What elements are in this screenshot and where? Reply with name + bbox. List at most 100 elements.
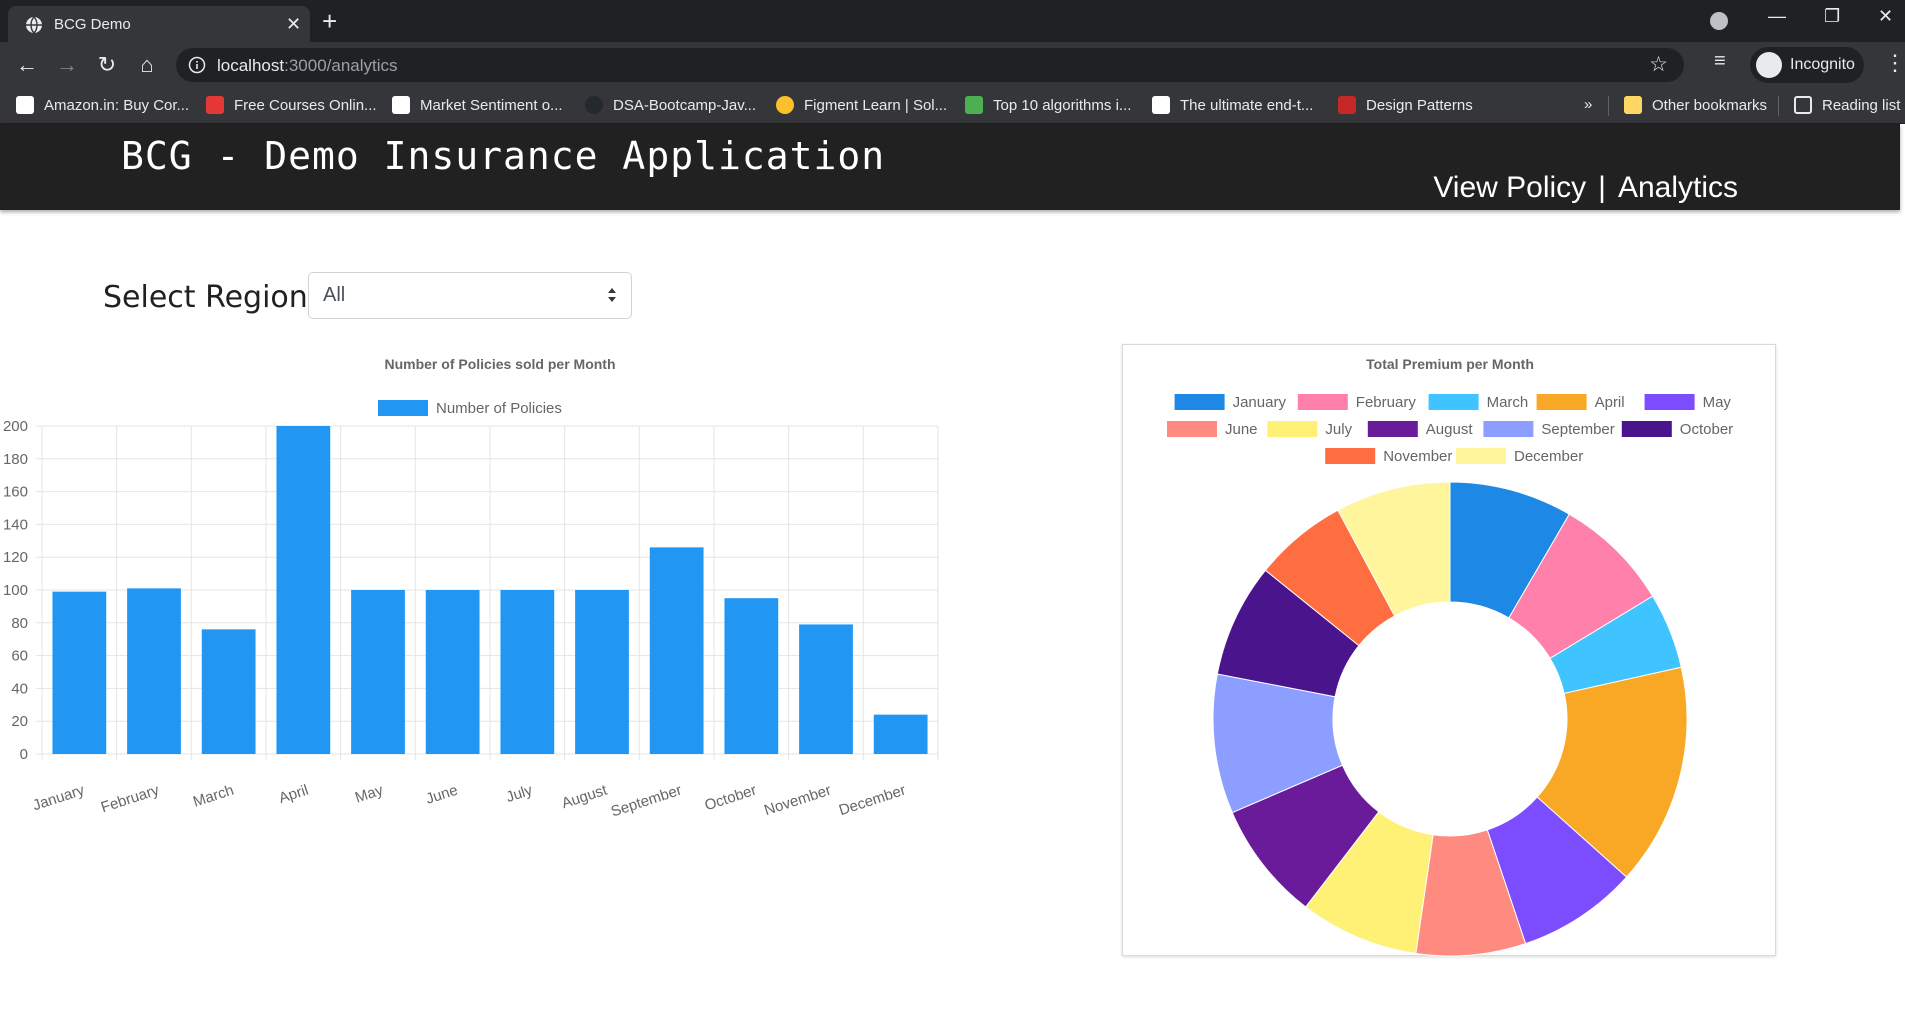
bookmark-item[interactable]: Free Courses Onlin... <box>206 96 377 114</box>
legend-label: June <box>1225 421 1258 438</box>
legend-label: September <box>1541 421 1614 438</box>
bookmark-item[interactable]: Figment Learn | Sol... <box>776 96 947 114</box>
bar <box>799 624 853 754</box>
restore-icon[interactable]: ❐ <box>1824 6 1840 27</box>
new-tab-icon[interactable]: + <box>322 6 337 36</box>
forward-icon[interactable]: → <box>52 50 82 80</box>
incognito-icon <box>1756 52 1782 78</box>
y-tick-label: 0 <box>20 746 28 763</box>
folder-icon <box>1624 96 1642 114</box>
region-select[interactable]: All <box>308 272 632 319</box>
figment-icon <box>776 96 794 114</box>
reading-list[interactable]: Reading list <box>1794 96 1900 114</box>
other-bookmarks[interactable]: Other bookmarks <box>1624 96 1767 114</box>
legend-label: May <box>1703 394 1732 411</box>
tab-search-icon[interactable] <box>1710 12 1728 30</box>
bookmark-item[interactable]: Top 10 algorithms i... <box>965 96 1131 114</box>
x-tick-label: February <box>99 781 162 816</box>
legend-label: October <box>1680 421 1733 438</box>
back-icon[interactable]: ← <box>12 50 42 80</box>
legend-swatch <box>1325 448 1376 464</box>
y-tick-label: 180 <box>3 451 28 468</box>
y-tick-label: 20 <box>11 713 28 730</box>
nav-view-policy[interactable]: View Policy <box>1433 171 1586 204</box>
bookmark-item[interactable]: Market Sentiment o... <box>392 96 563 114</box>
legend-swatch <box>1483 421 1534 437</box>
algorithms-icon <box>965 96 983 114</box>
legend-label: April <box>1595 394 1625 411</box>
market-icon <box>392 96 410 114</box>
bookmarks-divider <box>1608 96 1609 116</box>
premium-chart-card: Total Premium per Month January February Ma… <box>1122 344 1776 957</box>
legend-label: August <box>1426 421 1474 438</box>
amazon-icon <box>16 96 34 114</box>
y-tick-label: 100 <box>3 582 28 599</box>
bar <box>649 547 704 754</box>
bar <box>500 590 555 754</box>
browser-menu-icon[interactable]: ⋮ <box>1884 50 1905 76</box>
legend-swatch <box>1428 394 1479 410</box>
design-patterns-icon <box>1338 96 1356 114</box>
x-tick-label: December <box>837 782 908 820</box>
legend-swatch <box>1456 448 1506 464</box>
bar <box>127 588 181 754</box>
bookmark-item[interactable]: Amazon.in: Buy Cor... <box>16 96 189 114</box>
browser-tab[interactable]: BCG Demo ✕ <box>8 6 310 42</box>
info-icon[interactable] <box>188 56 206 74</box>
bar <box>276 426 331 754</box>
x-tick-label: January <box>31 781 87 814</box>
medium-icon <box>1152 96 1170 114</box>
bookmark-item[interactable]: DSA-Bootcamp-Jav... <box>585 96 756 114</box>
legend-swatch <box>1167 421 1217 437</box>
legend-swatch <box>1174 394 1225 410</box>
globe-icon <box>26 16 42 34</box>
x-tick-label: November <box>762 782 833 820</box>
y-tick-label: 120 <box>3 549 28 566</box>
y-tick-label: 200 <box>3 418 28 435</box>
x-tick-label: April <box>277 782 311 807</box>
region-label: Select Region <box>103 280 308 315</box>
bar <box>724 598 779 754</box>
select-caret-icon <box>608 288 616 302</box>
url-text[interactable]: localhost:3000/analytics <box>217 56 398 76</box>
browser-tab-bar: BCG Demo ✕ + — ❐ ✕ <box>0 0 1905 42</box>
chart-title: Total Premium per Month <box>1366 356 1534 372</box>
home-icon[interactable]: ⌂ <box>132 50 162 80</box>
bookmark-item[interactable]: Design Patterns <box>1338 96 1473 114</box>
nav-analytics[interactable]: Analytics <box>1618 171 1738 204</box>
app-nav: View Policy | Analytics <box>1433 171 1738 205</box>
legend-label: July <box>1325 421 1352 438</box>
reading-list-icon <box>1794 96 1812 114</box>
y-tick-label: 40 <box>11 680 28 697</box>
legend-label: December <box>1514 448 1583 465</box>
app-header: BCG - Demo Insurance Application View Po… <box>0 124 1900 210</box>
bar <box>873 714 928 754</box>
legend-swatch <box>1297 394 1348 410</box>
app-title: BCG - Demo Insurance Application <box>121 134 886 178</box>
address-bar[interactable]: localhost:3000/analytics ☆ <box>176 48 1684 82</box>
minimize-icon[interactable]: — <box>1768 6 1786 27</box>
bookmark-star-icon[interactable]: ☆ <box>1649 52 1668 77</box>
bar <box>351 590 405 754</box>
browser-toolbar: ← → ↻ ⌂ localhost:3000/analytics ☆ ≡ Inc… <box>0 42 1905 88</box>
bar <box>425 590 480 754</box>
reload-icon[interactable]: ↻ <box>92 50 122 80</box>
close-window-icon[interactable]: ✕ <box>1878 6 1893 27</box>
region-selected-value: All <box>323 284 346 306</box>
bookmarks-divider <box>1778 96 1779 116</box>
x-tick-label: June <box>424 782 460 808</box>
more-bookmarks-icon[interactable]: » <box>1584 96 1592 113</box>
tab-title: BCG Demo <box>54 16 131 33</box>
reading-list-icon[interactable]: ≡ <box>1714 50 1726 73</box>
legend-label: Number of Policies <box>436 400 562 417</box>
incognito-badge[interactable]: Incognito <box>1750 47 1864 83</box>
legend-label: November <box>1383 448 1452 465</box>
bookmark-item[interactable]: The ultimate end-t... <box>1152 96 1313 114</box>
legend-label: March <box>1487 394 1529 411</box>
close-tab-icon[interactable]: ✕ <box>286 14 301 35</box>
legend-swatch <box>1267 421 1318 437</box>
legend-swatch <box>1536 394 1587 410</box>
legend-swatch <box>1621 421 1672 437</box>
x-tick-label: July <box>504 781 535 806</box>
chart-title: Number of Policies sold per Month <box>384 356 615 372</box>
